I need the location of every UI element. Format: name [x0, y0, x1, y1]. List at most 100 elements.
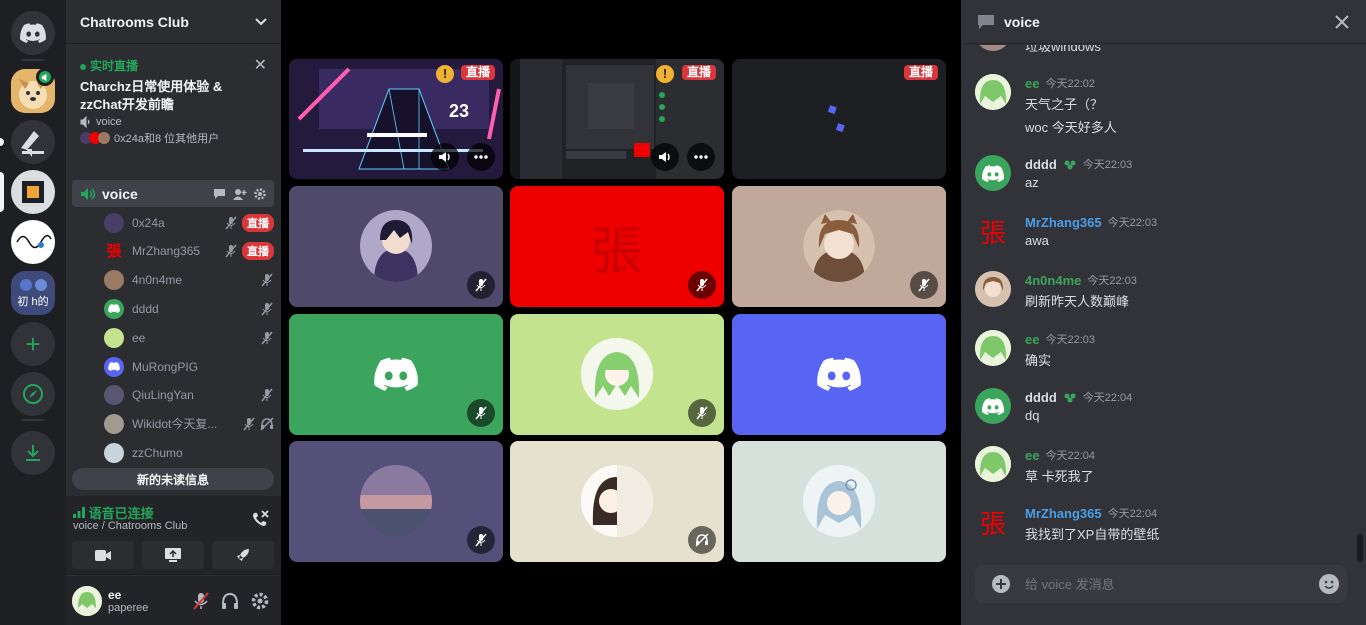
chat-icon[interactable]	[213, 188, 226, 200]
message-time: 今天22:03	[1082, 159, 1133, 171]
voice-member-wikidot[interactable]: Wikidot今天复...	[104, 410, 274, 437]
gear-icon[interactable]	[251, 592, 269, 610]
message-list: 垃圾windows ee 今天22:02 天气之子（？ woc 今天好多人 ddd…	[961, 45, 1356, 560]
discord-avatar-icon	[104, 356, 124, 377]
more-options-button[interactable]	[687, 143, 715, 171]
message-time: 今天22:04	[1082, 392, 1133, 404]
discord-home-icon[interactable]	[11, 11, 55, 55]
voice-channel-item[interactable]: voice	[72, 180, 274, 207]
voice-member-0x24a[interactable]: 0x24a 直播	[104, 209, 274, 236]
add-server-icon[interactable]: +	[11, 322, 55, 366]
tile-0x24a[interactable]	[289, 186, 503, 307]
message-author[interactable]: 4n0n4me	[1025, 273, 1081, 288]
discord-avatar-icon	[360, 338, 432, 410]
sketch-server-icon[interactable]	[11, 220, 55, 264]
screen-share-button[interactable]	[142, 541, 204, 569]
close-icon[interactable]	[1334, 14, 1350, 30]
emoji-icon[interactable]	[1319, 574, 1339, 594]
voice-member-ee[interactable]: ee	[104, 324, 274, 351]
member-name: ee	[132, 330, 146, 345]
voice-member-qiulingyan[interactable]: QiuLingYan	[104, 381, 274, 408]
avatar[interactable]	[975, 74, 1011, 110]
discord-avatar-icon[interactable]	[975, 388, 1011, 424]
message-input[interactable]	[1025, 576, 1319, 592]
muted-mic-icon[interactable]	[193, 591, 209, 610]
activity-button[interactable]	[212, 541, 274, 569]
explore-icon[interactable]	[11, 372, 55, 416]
voice-member-murongpig[interactable]: MuRongPIG	[104, 353, 274, 380]
avatar[interactable]: 張	[975, 504, 1011, 540]
add-attachment-icon[interactable]	[991, 574, 1011, 594]
message-author[interactable]: dddd	[1025, 390, 1057, 405]
avatar	[581, 465, 653, 537]
chatrooms-server-icon[interactable]	[11, 120, 55, 164]
invite-user-icon[interactable]	[233, 188, 247, 200]
chat-scrollbar[interactable]	[1357, 534, 1363, 562]
message-time: 今天22:03	[1087, 275, 1137, 287]
message-author[interactable]: MrZhang365	[1025, 215, 1102, 230]
event-live-label: 实时直播	[90, 59, 139, 73]
tile-desktop-stream[interactable]: ! 直播	[510, 59, 724, 179]
message-time: 今天22:03	[1045, 334, 1095, 346]
muted-mic-icon	[225, 244, 237, 257]
message-author[interactable]: ee	[1025, 76, 1039, 91]
avatar	[581, 338, 653, 410]
avatar[interactable]	[72, 585, 102, 616]
discord-avatar-icon[interactable]	[975, 155, 1011, 191]
user-panel: ee paperee	[66, 576, 281, 625]
disconnect-icon[interactable]	[251, 510, 269, 526]
discord-app: 初 h的 + Chatrooms Club 实时直播 Charchz日常使用体验…	[0, 0, 1366, 625]
tile-dddd[interactable]	[289, 314, 503, 435]
voice-member-4n0n4me[interactable]: 4n0n4me	[104, 266, 274, 293]
voice-path[interactable]: voice / Chatrooms Club	[73, 520, 187, 532]
tile-ee[interactable]	[510, 314, 724, 435]
avatar[interactable]	[975, 330, 1011, 366]
live-event-card[interactable]: 实时直播 Charchz日常使用体验 & zzChat开发前瞻 voice 0x…	[66, 45, 281, 165]
tile-blank-stream[interactable]: 直播	[732, 59, 946, 179]
guild-header[interactable]: Chatrooms Club	[66, 0, 281, 44]
tile-murongpig[interactable]	[732, 314, 946, 435]
new-unread-button[interactable]: 新的未读信息	[72, 468, 274, 490]
message-author[interactable]: MrZhang365	[1025, 506, 1102, 521]
avatar	[803, 465, 875, 537]
voice-member-zzchumo[interactable]: zzChumo	[104, 439, 274, 466]
message-author[interactable]: dddd	[1025, 157, 1057, 172]
voice-member-mrzhang365[interactable]: 張 MrZhang365 直播	[104, 237, 274, 264]
tile-qiulingyan[interactable]	[289, 441, 503, 562]
message-author[interactable]: ee	[1025, 332, 1039, 347]
gear-icon[interactable]	[254, 187, 266, 200]
tile-zzchumo[interactable]	[732, 441, 946, 562]
more-options-button[interactable]	[467, 143, 495, 171]
clover-badge-icon	[1064, 160, 1076, 170]
chat-bubble-icon	[978, 14, 994, 29]
message-author[interactable]: ee	[1025, 448, 1039, 463]
screen-share-icon	[165, 548, 181, 562]
close-icon[interactable]: ✕	[254, 55, 267, 75]
tile-wikidot[interactable]	[510, 441, 724, 562]
selected-indicator	[0, 172, 4, 212]
volume-button[interactable]	[651, 143, 679, 171]
more-icon	[474, 155, 488, 159]
avatar[interactable]: 張	[975, 213, 1011, 249]
message-text: 我找到了XP自带的壁纸	[1025, 527, 1160, 542]
avatar[interactable]	[975, 446, 1011, 482]
tile-game-stream[interactable]: 23 ! 直播	[289, 59, 503, 179]
muted-mic-icon	[467, 271, 495, 299]
live-badge: 直播	[460, 65, 495, 80]
anime-folder-server-icon[interactable]: 初 h的	[11, 271, 55, 315]
voice-member-dddd[interactable]: dddd	[104, 295, 274, 322]
camera-button[interactable]	[72, 541, 134, 569]
avatar	[104, 384, 124, 405]
voice-connection-panel: 语音已连接 voice / Chatrooms Club	[66, 496, 281, 575]
tile-mrzhang365[interactable]: 張	[510, 186, 724, 307]
download-icon[interactable]	[11, 431, 55, 475]
tile-4n0n4me[interactable]	[732, 186, 946, 307]
volume-button[interactable]	[431, 143, 459, 171]
orange-square-server-icon[interactable]	[11, 170, 55, 214]
message-time: 今天22:03	[1107, 217, 1158, 229]
live-badge: 直播	[681, 65, 716, 80]
avatar[interactable]	[975, 271, 1011, 307]
chevron-down-icon	[255, 17, 267, 25]
live-dot-icon	[80, 63, 86, 70]
headphones-icon[interactable]	[221, 592, 239, 610]
